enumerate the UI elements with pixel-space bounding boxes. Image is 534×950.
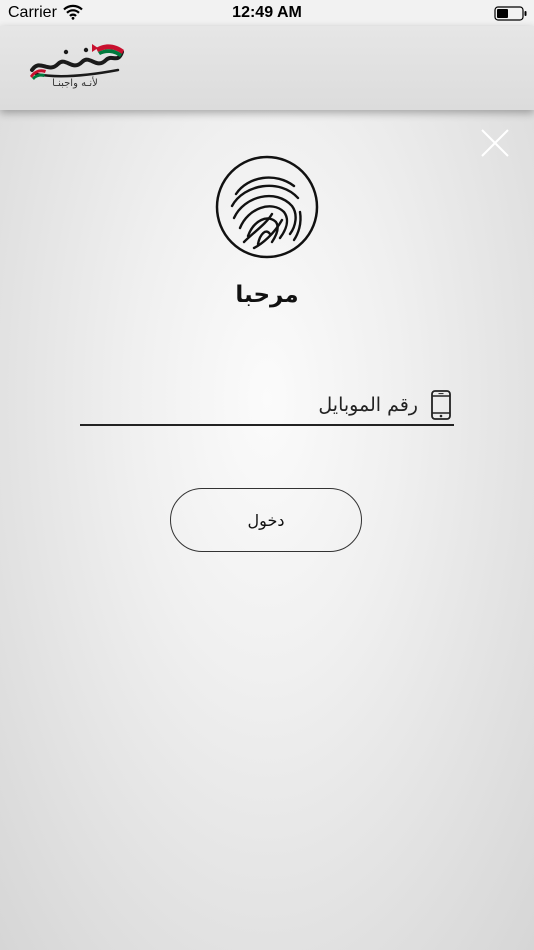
login-button[interactable]: دخول xyxy=(170,488,362,552)
mobile-number-field xyxy=(80,388,454,426)
status-bar: Carrier 12:49 AM xyxy=(0,0,534,26)
welcome-heading: مرحبا xyxy=(235,282,299,308)
close-button[interactable] xyxy=(478,126,512,160)
mobile-phone-icon xyxy=(430,390,452,420)
mobile-number-input[interactable] xyxy=(80,388,418,422)
app-header: لأنـه واجبنـا xyxy=(0,26,534,110)
close-icon xyxy=(481,129,509,157)
status-time: 12:49 AM xyxy=(232,4,302,21)
fingerprint-icon xyxy=(214,154,320,260)
app-logo: لأنـه واجبنـا xyxy=(26,40,130,96)
login-screen: Carrier 12:49 AM لأنـه واجبنـا مرحبا رقم… xyxy=(0,0,534,950)
battery-icon xyxy=(494,6,528,26)
logo-slogan: لأنـه واجبنـا xyxy=(52,78,98,89)
